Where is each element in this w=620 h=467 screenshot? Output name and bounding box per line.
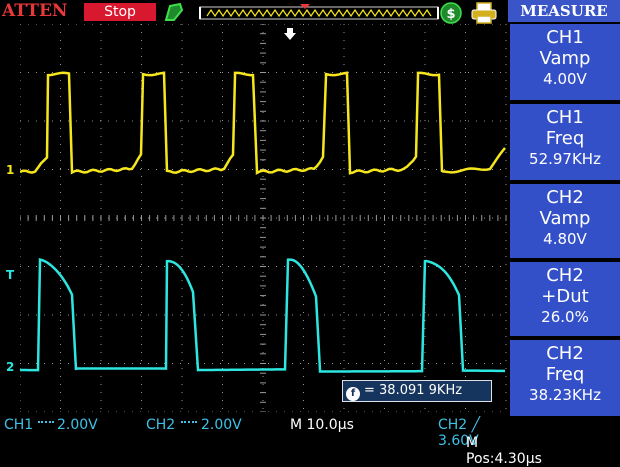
measure-value: 4.00V: [543, 70, 587, 88]
measure-type: Vamp: [539, 208, 591, 229]
memory-position-bar[interactable]: [199, 4, 439, 20]
waveform-canvas: [20, 24, 507, 412]
measure-item-3[interactable]: CH2 Vamp 4.80V: [510, 184, 620, 258]
memory-position: M Pos:4.30µs: [466, 435, 542, 467]
ch1-coupling-icon: [38, 421, 54, 423]
bottom-status-bar: CH1 2.00V CH2 2.00V M 10.0µs CH2 ╱ 3.60V…: [0, 412, 542, 467]
measure-source: CH1: [546, 27, 584, 48]
measure-source: CH2: [546, 265, 584, 286]
trigger-position-arrow[interactable]: [283, 27, 297, 41]
counter-icon: f: [346, 387, 360, 401]
top-status-bar: ATTEN Stop $: [0, 0, 508, 24]
ch2-label: CH2: [146, 417, 176, 433]
ch2-coupling-icon: [181, 421, 197, 423]
printer-icon: [471, 2, 497, 24]
trigger-run-icon: [164, 2, 184, 21]
atten-label: ATTEN: [2, 1, 68, 21]
ch1-ground-marker[interactable]: 1: [6, 163, 14, 177]
ch1-trace: [20, 71, 506, 175]
measure-source: CH2: [546, 343, 584, 364]
ch1-label: CH1: [4, 417, 34, 433]
frequency-counter: f = 38.091 9KHz: [342, 380, 492, 402]
measure-title: MEASURE: [508, 0, 620, 22]
timebase[interactable]: M 10.0µs: [290, 417, 354, 433]
ch1-volts-div[interactable]: 2.00V: [57, 417, 98, 433]
run-stop-indicator[interactable]: Stop: [84, 3, 156, 21]
measure-item-4[interactable]: CH2 +Dut 26.0%: [510, 262, 620, 336]
frequency-counter-value: = 38.091 9KHz: [364, 383, 463, 398]
measure-type: Vamp: [539, 48, 591, 69]
ch2-volts-div[interactable]: 2.00V: [201, 417, 242, 433]
ch2-ground-marker[interactable]: 2: [6, 360, 14, 374]
trigger-level-marker[interactable]: T: [6, 268, 14, 282]
measure-value: 26.0%: [541, 308, 589, 326]
measure-value: 38.23KHz: [529, 386, 601, 404]
measure-item-2[interactable]: CH1 Freq 52.97KHz: [510, 104, 620, 180]
measure-type: Freq: [545, 364, 585, 385]
measure-panel: MEASURE CH1 Vamp 4.00V CH1 Freq 52.97KHz…: [508, 0, 620, 453]
measure-source: CH2: [546, 187, 584, 208]
svg-text:$: $: [446, 7, 455, 22]
measure-value: 52.97KHz: [529, 150, 601, 168]
usb-icon: $: [440, 2, 462, 24]
measure-type: +Dut: [541, 286, 589, 307]
measure-item-5[interactable]: CH2 Freq 38.23KHz: [510, 340, 620, 416]
measure-source: CH1: [546, 107, 584, 128]
measure-value: 4.80V: [543, 230, 587, 248]
waveform-display[interactable]: [20, 24, 507, 412]
measure-item-1[interactable]: CH1 Vamp 4.00V: [510, 24, 620, 100]
measure-type: Freq: [545, 128, 585, 149]
